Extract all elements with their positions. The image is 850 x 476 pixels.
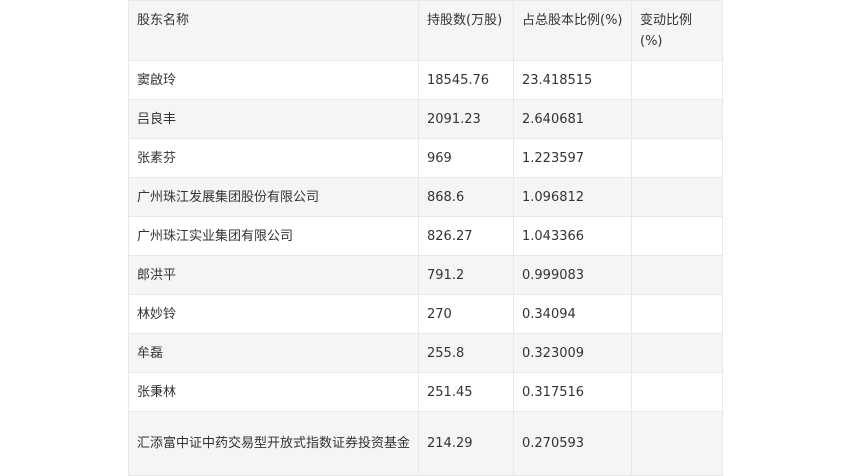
table-row: 张素芬 969 1.223597 (128, 138, 723, 178)
table-row: 张秉林 251.45 0.317516 (128, 372, 723, 412)
cell-shares: 2091.23 (418, 99, 514, 139)
table-row: 窦啟玲 18545.76 23.418515 (128, 60, 723, 100)
header-change-ratio: 变动比例(%) (631, 0, 723, 61)
cell-ratio: 2.640681 (513, 99, 632, 139)
cell-name: 广州珠江发展集团股份有限公司 (128, 177, 419, 217)
cell-change (631, 216, 723, 256)
cell-ratio: 0.34094 (513, 294, 632, 334)
cell-change (631, 138, 723, 178)
cell-change (631, 372, 723, 412)
cell-shares: 969 (418, 138, 514, 178)
cell-name: 窦啟玲 (128, 60, 419, 100)
shareholder-table: 股东名称 持股数(万股) 占总股本比例(%) 变动比例(%) 窦啟玲 18545… (128, 0, 723, 476)
cell-name: 张秉林 (128, 372, 419, 412)
cell-name: 汇添富中证中药交易型开放式指数证券投资基金 (128, 411, 419, 476)
cell-shares: 791.2 (418, 255, 514, 295)
cell-change (631, 255, 723, 295)
cell-change (631, 294, 723, 334)
cell-change (631, 60, 723, 100)
header-row: 股东名称 持股数(万股) 占总股本比例(%) 变动比例(%) (128, 0, 723, 61)
cell-change (631, 177, 723, 217)
cell-ratio: 1.096812 (513, 177, 632, 217)
cell-ratio: 1.043366 (513, 216, 632, 256)
cell-ratio: 0.270593 (513, 411, 632, 476)
cell-ratio: 0.323009 (513, 333, 632, 373)
cell-ratio: 23.418515 (513, 60, 632, 100)
cell-shares: 868.6 (418, 177, 514, 217)
header-share-ratio: 占总股本比例(%) (513, 0, 632, 61)
table-row: 广州珠江实业集团有限公司 826.27 1.043366 (128, 216, 723, 256)
table-header: 股东名称 持股数(万股) 占总股本比例(%) 变动比例(%) (128, 0, 723, 61)
cell-ratio: 0.999083 (513, 255, 632, 295)
table-row: 牟磊 255.8 0.323009 (128, 333, 723, 373)
header-shareholder-name: 股东名称 (128, 0, 419, 61)
table-row: 广州珠江发展集团股份有限公司 868.6 1.096812 (128, 177, 723, 217)
table-row: 郎洪平 791.2 0.999083 (128, 255, 723, 295)
cell-name: 吕良丰 (128, 99, 419, 139)
cell-change (631, 99, 723, 139)
cell-name: 张素芬 (128, 138, 419, 178)
cell-name: 林妙铃 (128, 294, 419, 334)
table-row: 林妙铃 270 0.34094 (128, 294, 723, 334)
cell-shares: 255.8 (418, 333, 514, 373)
shareholder-table-container: 股东名称 持股数(万股) 占总股本比例(%) 变动比例(%) 窦啟玲 18545… (128, 0, 723, 476)
cell-shares: 18545.76 (418, 60, 514, 100)
cell-name: 广州珠江实业集团有限公司 (128, 216, 419, 256)
cell-name: 郎洪平 (128, 255, 419, 295)
table-body: 窦啟玲 18545.76 23.418515 吕良丰 2091.23 2.640… (128, 60, 723, 476)
cell-shares: 251.45 (418, 372, 514, 412)
table-row: 吕良丰 2091.23 2.640681 (128, 99, 723, 139)
header-shares-held: 持股数(万股) (418, 0, 514, 61)
cell-name: 牟磊 (128, 333, 419, 373)
cell-ratio: 1.223597 (513, 138, 632, 178)
cell-change (631, 333, 723, 373)
cell-shares: 826.27 (418, 216, 514, 256)
cell-change (631, 411, 723, 476)
table-row: 汇添富中证中药交易型开放式指数证券投资基金 214.29 0.270593 (128, 411, 723, 476)
cell-shares: 214.29 (418, 411, 514, 476)
cell-shares: 270 (418, 294, 514, 334)
cell-ratio: 0.317516 (513, 372, 632, 412)
